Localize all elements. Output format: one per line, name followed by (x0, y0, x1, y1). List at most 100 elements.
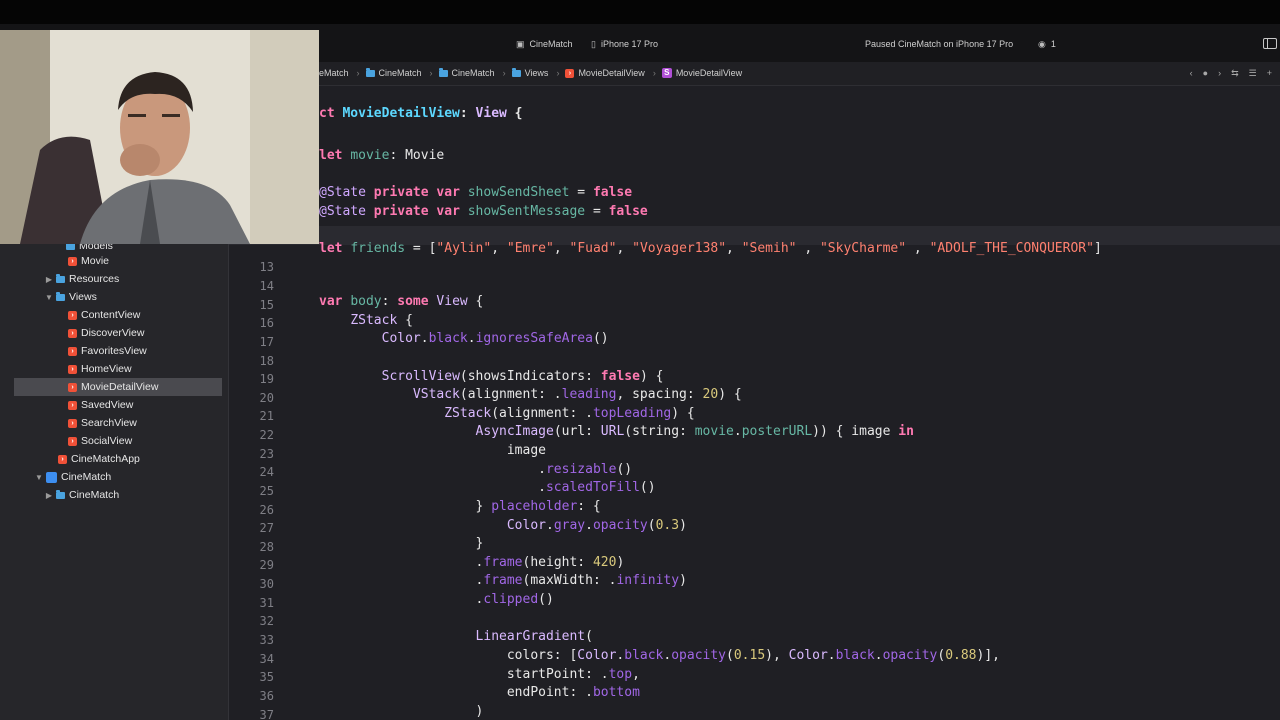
project-icon (46, 471, 57, 483)
chevron-right-icon[interactable]: ▶ (44, 275, 54, 284)
folder-icon (511, 67, 521, 77)
sidebar-item-cinematch-group[interactable]: ▶ CineMatch (14, 486, 222, 504)
sidebar-item-cinematchapp[interactable]: › CineMatchApp (14, 450, 222, 468)
sidebar-item-cinematch-tests[interactable]: ▼ CineMatch (14, 468, 222, 486)
editor-nav-controls: ‹ ● › ⇆ ☰ + (1190, 68, 1272, 79)
chevron-down-icon[interactable]: ▼ (34, 473, 44, 482)
issue-icon: ◉ (1038, 38, 1046, 49)
folder-icon (56, 291, 65, 301)
sidebar-item-moviedetailview[interactable]: › MovieDetailView (14, 378, 222, 396)
code-line: 25 } placeholder: { (229, 469, 1280, 514)
sidebar-item-searchview[interactable]: › SearchView (14, 414, 222, 432)
code-line: 37 .frame(height: 420) (229, 693, 1280, 720)
back-icon[interactable]: ‹ (1190, 68, 1193, 79)
folder-icon (56, 273, 65, 283)
breadcrumb-project[interactable]: eMatch › (319, 68, 360, 78)
folder-icon (438, 67, 448, 77)
code-line: 31 (229, 581, 1280, 610)
breadcrumb-target[interactable]: CineMatch › (365, 67, 433, 78)
code-line: 14 var body: some View { (229, 264, 1280, 309)
sidebar-item-contentview[interactable]: › ContentView (14, 306, 222, 324)
sidebar-item-savedview[interactable]: › SavedView (14, 396, 222, 414)
code-line: 27 } (229, 506, 1280, 551)
sidebar-item-socialview[interactable]: › SocialView (14, 432, 222, 450)
sidebar-item-resources[interactable]: ▶ Resources (14, 270, 222, 288)
code-line: 29 .frame(maxWidth: .infinity) (229, 543, 1280, 588)
scheme-label: CineMatch (529, 39, 573, 49)
activity-status: Paused CineMatch on iPhone 17 Pro (865, 37, 1013, 51)
change-indicator-icon[interactable]: ● (1203, 68, 1208, 79)
code-line: 23 .resizable() (229, 432, 1280, 477)
folder-icon (365, 67, 375, 77)
chevron-right-icon[interactable]: ▶ (44, 491, 54, 500)
status-text: Paused CineMatch on iPhone 17 Pro (865, 39, 1014, 49)
code-line: 34 startPoint: .top, (229, 637, 1280, 682)
swift-file-icon: › (58, 454, 67, 464)
device-selector[interactable]: ▯ iPhone 17 Pro (591, 37, 658, 51)
code-line: 17 (229, 320, 1280, 349)
swift-file-icon: › (68, 310, 77, 320)
sticky-header: ct MovieDetailView: View { (319, 106, 523, 121)
project-navigator: Models › Movie ▶ Resources ▼ Views › Con… (0, 240, 229, 720)
issues-count: 1 (1050, 39, 1056, 49)
code-line: 30 .clipped() (229, 562, 1280, 607)
code-line-state2: @State private var showSentMessage = fal… (319, 204, 648, 219)
editor-options-icon[interactable]: ☰ (1249, 68, 1257, 79)
add-editor-icon[interactable]: + (1267, 68, 1272, 79)
code-line: 24 .scaledToFill() (229, 450, 1280, 495)
device-label: iPhone 17 Pro (600, 39, 658, 49)
sidebar-item-homeview[interactable]: › HomeView (14, 360, 222, 378)
folder-icon (56, 489, 65, 499)
code-line: 18 ScrollView(showsIndicators: false) { (229, 339, 1280, 384)
inspector-toggle-icon[interactable] (1263, 38, 1277, 49)
breadcrumb-file[interactable]: › MovieDetailView › (565, 68, 656, 78)
swift-file-icon: › (68, 436, 77, 446)
code-line: 20 ZStack(alignment: .topLeading) { (229, 376, 1280, 421)
swift-file-icon: › (68, 256, 77, 266)
forward-icon[interactable]: › (1218, 68, 1221, 79)
code-line: 16 Color.black.ignoresSafeArea() (229, 301, 1280, 346)
code-line: 26 Color.gray.opacity(0.3) (229, 488, 1280, 533)
sidebar-item-views[interactable]: ▼ Views (14, 288, 222, 306)
code-line-friends: let friends = ["Aylin", "Emre", "Fuad", … (229, 226, 1280, 256)
presenter-video (0, 30, 319, 244)
swift-file-icon: › (68, 346, 77, 356)
swift-file-icon: › (68, 400, 77, 410)
code-line: 33 colors: [Color.black.opacity(0.15), C… (229, 618, 1280, 663)
phone-icon: ▯ (591, 38, 596, 49)
breadcrumb: eMatch › CineMatch › CineMatch › Views › › M… (319, 67, 748, 78)
related-items-icon[interactable]: ⇆ (1231, 68, 1239, 79)
code-editor[interactable]: ct MovieDetailView: View { let movie: Mo… (229, 86, 1280, 720)
chevron-down-icon[interactable]: ▼ (44, 293, 54, 302)
jump-bar: eMatch › CineMatch › CineMatch › Views › › M… (319, 62, 1280, 86)
sidebar-item-discoverview[interactable]: › DiscoverView (14, 324, 222, 342)
swift-file-icon: › (68, 418, 77, 428)
code-line-state1: @State private var showSendSheet = false (319, 185, 633, 200)
code-line: 15 ZStack { (229, 283, 1280, 328)
code-line: 19 VStack(alignment: .leading, spacing: … (229, 357, 1280, 402)
code-line: 21 AsyncImage(url: URL(string: movie.pos… (229, 394, 1280, 439)
swift-file-icon: › (68, 382, 77, 392)
code-line: 36 ) (229, 674, 1280, 719)
menu-strip (0, 0, 1280, 24)
swift-file-icon: › (565, 68, 575, 78)
code-line: 32 LinearGradient( (229, 599, 1280, 644)
swift-file-icon: › (68, 364, 77, 374)
webcam-overlay (0, 30, 319, 244)
breadcrumb-group[interactable]: CineMatch › (438, 67, 506, 78)
code-line: 13 (229, 245, 1280, 274)
scheme-selector[interactable]: ▣ CineMatch (516, 37, 573, 51)
swift-file-icon: › (68, 328, 77, 338)
app-icon: ▣ (516, 38, 525, 49)
issues-indicator[interactable]: ◉ 1 (1038, 37, 1056, 51)
sidebar-item-favoritesview[interactable]: › FavoritesView (14, 342, 222, 360)
line-number: 37 (259, 708, 274, 720)
code-line: 28 .frame(height: 420) (229, 525, 1280, 570)
sidebar-item-movie[interactable]: › Movie (14, 252, 222, 270)
breadcrumb-symbol[interactable]: S MovieDetailView (661, 68, 742, 78)
breadcrumb-views[interactable]: Views › (511, 67, 559, 78)
struct-icon: S (661, 68, 672, 78)
code-line: 35 endPoint: .bottom (229, 655, 1280, 700)
code-line-movie: let movie: Movie (319, 148, 445, 163)
code-line: 22 image (229, 413, 1280, 458)
